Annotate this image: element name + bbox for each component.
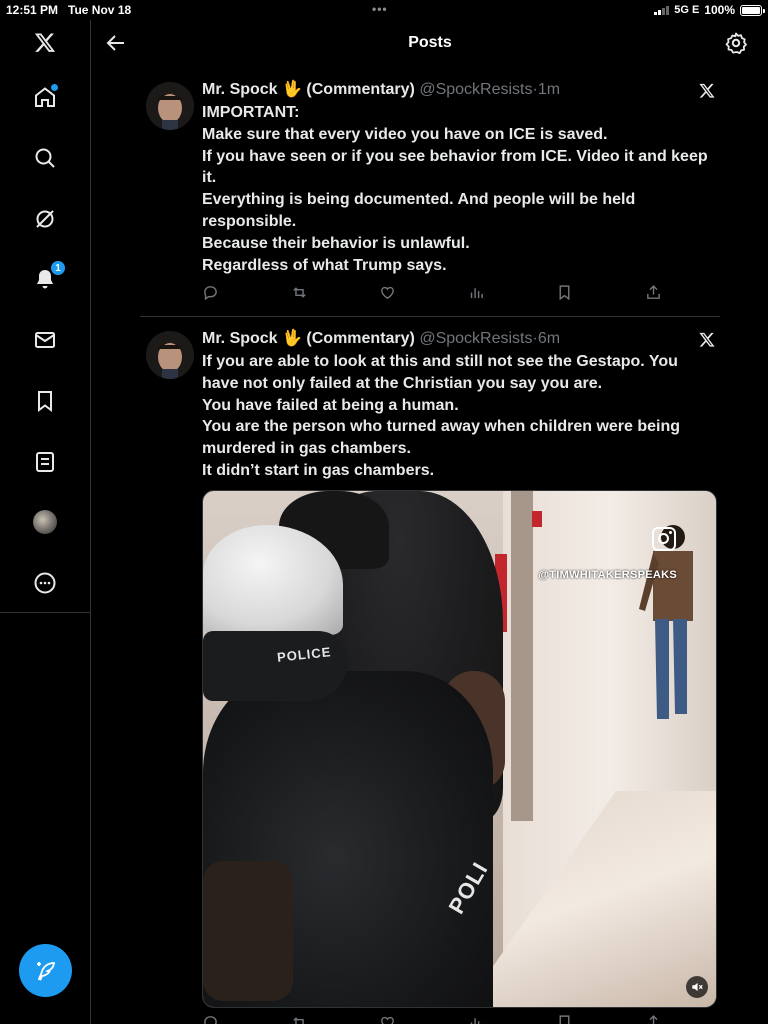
post-line: If you are able to look at this and stil… bbox=[202, 353, 678, 392]
notifications-icon[interactable]: 1 bbox=[32, 260, 66, 292]
battery-percent: 100% bbox=[704, 3, 735, 17]
author-avatar[interactable] bbox=[146, 82, 194, 130]
post-line: Because their behavior is unlawful. bbox=[202, 234, 470, 252]
post-line: You have failed at being a human. bbox=[202, 396, 459, 414]
multitasking-dots-icon[interactable]: ••• bbox=[372, 2, 388, 16]
vulcan-salute-emoji: 🖖 bbox=[282, 330, 302, 347]
video-officer-mask bbox=[203, 631, 348, 701]
author-name[interactable]: Mr. Spock bbox=[202, 81, 278, 98]
home-icon[interactable] bbox=[32, 84, 58, 110]
post[interactable]: Mr. Spock 🖖 (Commentary) @SpockResists·1… bbox=[140, 72, 720, 312]
messages-icon[interactable] bbox=[32, 327, 58, 353]
like-icon[interactable] bbox=[379, 1014, 396, 1024]
video-door bbox=[511, 491, 533, 821]
post-meta: Mr. Spock 🖖 (Commentary) @SpockResists·6… bbox=[202, 329, 718, 349]
views-icon[interactable] bbox=[468, 284, 485, 301]
repost-icon[interactable] bbox=[291, 284, 308, 301]
post-time[interactable]: 1m bbox=[538, 81, 560, 98]
author-handle[interactable]: @SpockResists bbox=[419, 81, 532, 98]
vulcan-salute-emoji: 🖖 bbox=[282, 81, 302, 98]
reply-icon[interactable] bbox=[202, 1014, 219, 1024]
post-actions bbox=[202, 1013, 662, 1024]
battery-icon bbox=[740, 4, 765, 16]
compose-icon bbox=[36, 961, 55, 981]
author-avatar[interactable] bbox=[146, 331, 194, 379]
arrow-left-icon bbox=[106, 35, 124, 51]
author-suffix[interactable]: (Commentary) bbox=[306, 330, 414, 347]
x-logo-icon bbox=[698, 82, 716, 100]
post-line: Make sure that every video you have on I… bbox=[202, 125, 608, 143]
post-video[interactable]: POLICE POLI @TIMWHITAKERSPEAKS bbox=[202, 490, 717, 1008]
post-line: If you have seen or if you see behavior … bbox=[202, 147, 708, 187]
page-title: Posts bbox=[408, 34, 452, 51]
lists-icon[interactable] bbox=[32, 449, 58, 475]
back-button[interactable] bbox=[104, 31, 128, 55]
post-time[interactable]: 6m bbox=[538, 330, 560, 347]
compose-button[interactable] bbox=[19, 944, 72, 997]
video-officer-arm-left bbox=[203, 861, 293, 1001]
status-bar: 12:51 PM Tue Nov 18 ••• 5G E 100% bbox=[0, 0, 768, 20]
share-icon[interactable] bbox=[645, 1014, 662, 1024]
status-time: 12:51 PM bbox=[6, 3, 59, 17]
post-line: Regardless of what Trump says. bbox=[202, 256, 447, 274]
grok-icon[interactable] bbox=[32, 206, 58, 232]
video-watermark: @TIMWHITAKERSPEAKS bbox=[538, 569, 677, 581]
sidebar-divider bbox=[0, 612, 91, 613]
mute-button[interactable] bbox=[686, 976, 708, 998]
bookmark-icon[interactable] bbox=[556, 1014, 573, 1024]
settings-button[interactable] bbox=[724, 31, 748, 55]
x-logo-icon bbox=[698, 331, 716, 349]
instagram-icon bbox=[652, 527, 676, 551]
like-icon[interactable] bbox=[379, 284, 396, 301]
post-divider bbox=[140, 316, 720, 317]
search-icon[interactable] bbox=[32, 145, 58, 171]
author-name[interactable]: Mr. Spock bbox=[202, 330, 278, 347]
author-handle[interactable]: @SpockResists bbox=[419, 330, 532, 347]
post-meta: Mr. Spock 🖖 (Commentary) @SpockResists·1… bbox=[202, 80, 718, 100]
bookmarks-icon[interactable] bbox=[32, 388, 58, 414]
profile-avatar[interactable] bbox=[32, 509, 58, 535]
notifications-badge: 1 bbox=[50, 260, 66, 276]
post-actions bbox=[202, 283, 662, 301]
bookmark-icon[interactable] bbox=[556, 284, 573, 301]
signal-icon bbox=[654, 5, 670, 15]
network-type: 5G E bbox=[674, 4, 700, 16]
post-text: If you are able to look at this and stil… bbox=[202, 351, 718, 482]
post-line: IMPORTANT: bbox=[202, 104, 300, 121]
share-icon[interactable] bbox=[645, 284, 662, 301]
post-text: IMPORTANT: Make sure that every video yo… bbox=[202, 102, 718, 276]
post-line: Everything is being documented. And peop… bbox=[202, 191, 636, 230]
gear-icon bbox=[725, 32, 747, 54]
post-line: It didn’t start in gas chambers. bbox=[202, 461, 435, 479]
repost-icon[interactable] bbox=[291, 1014, 308, 1024]
x-logo-icon[interactable] bbox=[32, 30, 58, 56]
speaker-muted-icon bbox=[692, 982, 703, 992]
reply-icon[interactable] bbox=[202, 284, 219, 301]
more-icon[interactable] bbox=[32, 570, 58, 596]
views-icon[interactable] bbox=[468, 1014, 485, 1024]
status-date: Tue Nov 18 bbox=[68, 3, 132, 17]
video-red-sign-small bbox=[532, 511, 542, 527]
page-header: Posts bbox=[92, 20, 768, 66]
author-suffix[interactable]: (Commentary) bbox=[306, 81, 414, 98]
post-line: You are the person who turned away when … bbox=[202, 418, 681, 458]
home-new-dot bbox=[51, 84, 58, 91]
sidebar: 1 bbox=[0, 20, 91, 1024]
